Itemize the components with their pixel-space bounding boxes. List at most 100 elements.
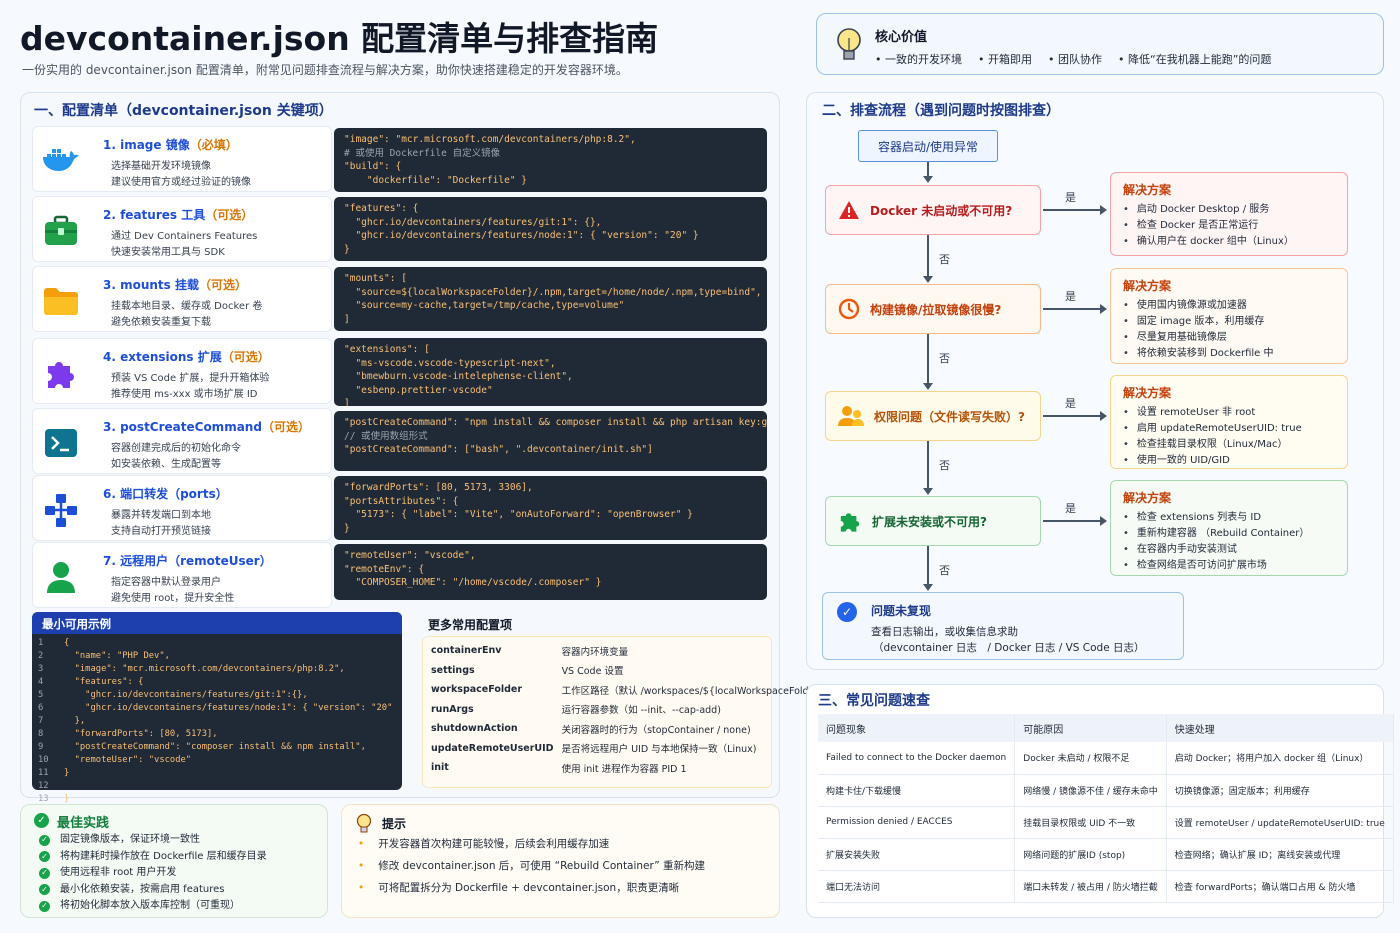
code-line: "ms-vscode.vscode-typescript-next", [344, 357, 556, 369]
table-row: 端口无法访问 端口未转发 / 被占用 / 防火墙拦截 检查 forwardPorts… [818, 870, 1394, 903]
solution-title: 解决方案 [1123, 279, 1172, 293]
more-config-panel: 更多常用配置项 containerEnv 容器内环境变量 settings VS Co… [418, 610, 872, 792]
flow-connector [927, 441, 929, 489]
code-text: "ghcr.io/devcontainers/features/node:1":… [64, 703, 393, 713]
config-item-desc: 指定容器中默认登录用户 [111, 577, 221, 588]
table-cell: Failed to connect to the Docker daemon [818, 742, 1016, 775]
config-item: 1. image 镜像（必填） 选择基础开发环境镜像 建议使用官方或经过验证的镜像 [32, 126, 332, 192]
page-title: devcontainer.json 配置清单与排查指南 [20, 19, 659, 58]
config-item: 3. postCreateCommand（可选） 容器创建完成后的初始化命令 如安装… [32, 408, 332, 474]
flow-no-label: 否 [939, 352, 950, 365]
code-line: "ghcr.io/devcontainers/features/git:1": … [344, 216, 602, 228]
section3-title: 三、常见问题速查 [818, 693, 930, 709]
core-item: • 团队协作 [1048, 53, 1102, 66]
code-line: 10 "remoteUser": "vscode" [38, 754, 392, 767]
config-item-desc: 推荐使用 ms-xxx 或市场扩展 ID [111, 389, 258, 400]
config-item-desc: 快速安装常用工具与 SDK [111, 247, 225, 258]
code-line: 3 "image": "mcr.microsoft.com/devcontain… [38, 663, 392, 676]
code-line: } [344, 522, 350, 534]
flow-connector [927, 334, 929, 384]
list-item: ✓ 使用远程非 root 用户开发 [39, 865, 267, 882]
config-item-desc: 挂载本地目录、缓存或 Docker 卷 [111, 301, 263, 312]
config-item: 4. extensions 扩展（可选） 预装 VS Code 扩展，提升开箱体验… [32, 338, 332, 404]
code-line: 7 }, [38, 715, 392, 728]
code-text: "forwardPorts": [80, 5173], [64, 729, 218, 739]
code-text: "features": { [64, 677, 144, 687]
flow-question: 构建镜像/拉取镜像很慢? [825, 284, 1041, 334]
list-item: 使用一致的 UID/GID [1123, 453, 1335, 469]
column-header: 可能原因 [1014, 714, 1167, 742]
list-item: 使用国内镜像源或加速器 [1123, 298, 1335, 314]
list-item: 确认用户在 docker 组中（Linux） [1123, 234, 1335, 250]
list-item: 将依赖安装移到 Dockerfile 中 [1123, 346, 1335, 362]
list-item: 启动 Docker Desktop / 服务 [1123, 202, 1335, 218]
table-cell: Docker 未启动 / 权限不足 [1014, 742, 1167, 775]
column-header: 快速处理 [1166, 714, 1394, 742]
table-header-row: 问题现象 可能原因 快速处理 [818, 714, 1394, 742]
code-line: "bmewburn.vscode-intelephense-client", [344, 371, 573, 382]
config-key: runArgs [431, 703, 474, 715]
solution-title: 解决方案 [1123, 386, 1172, 400]
line-number: 11 [38, 768, 49, 778]
flow-solution: 解决方案设置 remoteUser 非 root启用 updateRemoteU… [1110, 375, 1348, 469]
lightbulb-icon [356, 813, 372, 833]
minimal-example-title: 最小可用示例 [42, 617, 111, 631]
code-text: "ghcr.io/devcontainers/features/git:1":{… [64, 690, 308, 700]
users-icon [838, 405, 864, 427]
core-value-panel: 核心价值 • 一致的开发环境 • 开箱即用 • 团队协作 • 降低“在我机器上能… [816, 13, 1384, 75]
flow-start: 容器启动/使用异常 [858, 130, 998, 162]
code-line: "postCreateCommand": "npm install && com… [344, 417, 767, 428]
flow-connector [1043, 520, 1101, 522]
more-config-title: 更多常用配置项 [428, 618, 513, 632]
config-item-desc: 容器创建完成后的初始化命令 [111, 443, 241, 454]
tips-title: 提示 [382, 817, 407, 831]
code-text: { [64, 638, 70, 648]
config-code-block: "remoteUser": "vscode", "remoteEnv": { "C… [334, 544, 767, 600]
folder-icon [41, 281, 81, 321]
check-icon: ✓ [39, 884, 50, 896]
line-number: 5 [38, 690, 44, 700]
table-cell: Permission denied / EACCES [818, 806, 1016, 839]
config-item-title: 3. postCreateCommand（可选） [103, 420, 310, 434]
code-line: 6 "ghcr.io/devcontainers/features/node:1… [38, 702, 392, 715]
table-cell: 切换镜像源；固定版本；利用缓存 [1166, 774, 1394, 807]
list-item: ✓ 最小化依赖安装，按需启用 features [39, 882, 267, 899]
flow-arrow [1100, 304, 1107, 314]
section2-title: 二、排查流程（遇到问题时按图排查） [822, 103, 1060, 119]
flow-no-label: 否 [939, 564, 950, 577]
list-item: 固定 image 版本，利用缓存 [1123, 314, 1335, 330]
flow-end-desc2: （devcontainer 日志 / Docker 日志 / VS Code 日… [873, 642, 1145, 654]
code-line: "COMPOSER_HOME": "/home/vscode/.composer… [344, 577, 602, 588]
faq-table: 问题现象 可能原因 快速处理 Failed to connect to the Doc… [818, 714, 1394, 903]
config-item: 2. features 工具（可选） 通过 Dev Containers Feat… [32, 196, 332, 262]
line-number: 8 [38, 729, 44, 739]
flow-connector [927, 546, 929, 585]
best-practice-panel: ✓ 最佳实践 ✓ 固定镜像版本，保证环境一致性 ✓ 将构建耗时操作放在 Dockerf… [20, 804, 328, 918]
list-item: 检查挂载目录权限（Linux/Mac） [1123, 437, 1335, 453]
table-cell: 扩展安装失败 [818, 838, 1016, 871]
config-item-desc: 避免使用 root，提升安全性 [111, 593, 235, 604]
flow-arrow [1100, 516, 1107, 526]
config-item-title: 2. features 工具（可选） [103, 208, 254, 222]
line-number: 9 [38, 742, 44, 752]
flow-arrow [923, 276, 933, 283]
code-line: "remoteEnv": { [344, 563, 425, 575]
table-cell: 构建卡住/下载缓慢 [818, 774, 1016, 807]
list-item: 修改 devcontainer.json 后，可使用 “Rebuild Cont… [358, 855, 705, 877]
config-item-title: 7. 远程用户（remoteUser） [103, 554, 272, 568]
config-code-block: "extensions": [ "ms-vscode.vscode-typesc… [334, 338, 767, 406]
terminal-icon [41, 423, 81, 463]
flow-arrow [923, 488, 933, 495]
flow-end-title: 问题未复现 [871, 604, 932, 618]
code-line: 1{ [38, 637, 392, 650]
config-key: shutdownAction [431, 723, 518, 735]
config-item-desc: 选择基础开发环境镜像 [111, 161, 211, 172]
list-item: 启用 updateRemoteUserUID: true [1123, 421, 1335, 437]
list-item: 在容器内手动安装测试 [1123, 542, 1335, 558]
code-line: "image": "mcr.microsoft.com/devcontainer… [344, 134, 636, 145]
solution-title: 解决方案 [1123, 491, 1172, 505]
minimal-example-code: 1{2 "name": "PHP Dev", 3 "image": "mcr.mi… [38, 637, 392, 806]
config-item: 3. mounts 挂载（可选） 挂载本地目录、缓存或 Docker 卷避免依赖安… [32, 266, 332, 332]
flow-end-desc: 查看日志输出，或收集信息求助 [871, 626, 1018, 638]
docker-icon [41, 141, 81, 181]
